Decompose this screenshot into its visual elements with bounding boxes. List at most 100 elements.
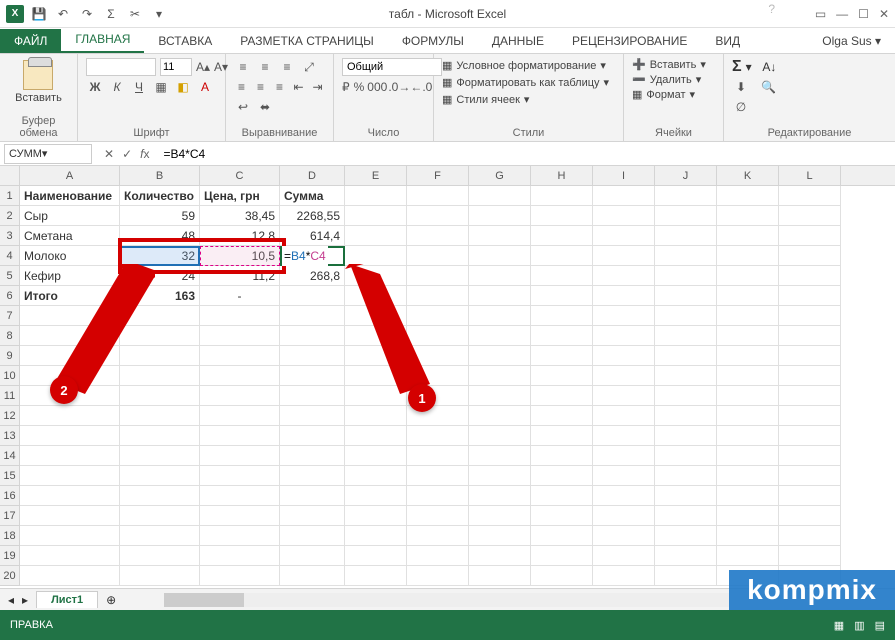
cell[interactable] — [779, 326, 841, 346]
view-layout-icon[interactable]: ▥ — [854, 619, 864, 632]
cell[interactable] — [469, 326, 531, 346]
cell[interactable] — [120, 546, 200, 566]
cell[interactable] — [407, 426, 469, 446]
cell[interactable] — [280, 366, 345, 386]
cell[interactable] — [280, 466, 345, 486]
cell[interactable] — [120, 446, 200, 466]
cell[interactable] — [531, 346, 593, 366]
row-header[interactable]: 2 — [0, 206, 20, 226]
cell[interactable] — [531, 426, 593, 446]
cell[interactable] — [779, 286, 841, 306]
cell[interactable] — [655, 546, 717, 566]
col-header-i[interactable]: I — [593, 166, 655, 185]
format-table-button[interactable]: ▦ Форматировать как таблицу ▾ — [442, 75, 615, 90]
cell[interactable] — [531, 526, 593, 546]
cell[interactable] — [779, 186, 841, 206]
row-header[interactable]: 20 — [0, 566, 20, 586]
cell[interactable] — [717, 246, 779, 266]
cell[interactable] — [531, 506, 593, 526]
cell[interactable] — [593, 446, 655, 466]
maximize-icon[interactable]: ☐ — [858, 7, 869, 21]
cell[interactable] — [593, 246, 655, 266]
row-header[interactable]: 16 — [0, 486, 20, 506]
cell[interactable] — [593, 206, 655, 226]
cell[interactable] — [779, 366, 841, 386]
cell[interactable] — [717, 406, 779, 426]
cell[interactable] — [345, 446, 407, 466]
cell[interactable] — [120, 466, 200, 486]
font-color-icon[interactable]: A — [196, 78, 214, 96]
user-name[interactable]: Olga Sus ▾ — [808, 29, 895, 53]
cell[interactable]: 48 — [120, 226, 200, 246]
border-icon[interactable]: ▦ — [152, 78, 170, 96]
sheet-nav-prev-icon[interactable]: ◂ — [8, 593, 14, 607]
cell[interactable] — [280, 406, 345, 426]
cell[interactable] — [345, 546, 407, 566]
cell[interactable] — [469, 246, 531, 266]
italic-icon[interactable]: К — [108, 78, 126, 96]
col-header-h[interactable]: H — [531, 166, 593, 185]
help-icon[interactable]: ? — [768, 2, 775, 16]
cell[interactable] — [345, 526, 407, 546]
cell[interactable] — [280, 346, 345, 366]
cell[interactable] — [20, 506, 120, 526]
cell[interactable] — [20, 486, 120, 506]
cell[interactable] — [469, 546, 531, 566]
cell[interactable] — [20, 566, 120, 586]
merge-icon[interactable]: ⬌ — [256, 98, 274, 116]
percent-icon[interactable]: % — [354, 78, 365, 96]
row-header[interactable]: 12 — [0, 406, 20, 426]
cell[interactable] — [593, 466, 655, 486]
cell[interactable]: 32 — [120, 246, 200, 266]
ribbon-options-icon[interactable]: ▭ — [815, 7, 826, 21]
col-header-j[interactable]: J — [655, 166, 717, 185]
cell[interactable] — [531, 486, 593, 506]
cell[interactable]: Сыр — [20, 206, 120, 226]
cell[interactable] — [20, 426, 120, 446]
cell[interactable] — [717, 286, 779, 306]
indent-inc-icon[interactable]: ⇥ — [310, 78, 325, 96]
cell[interactable] — [531, 566, 593, 586]
autosum-icon[interactable]: Σ — [732, 58, 742, 76]
cell[interactable] — [200, 326, 280, 346]
cell[interactable] — [717, 366, 779, 386]
cell[interactable] — [531, 466, 593, 486]
cell[interactable] — [655, 526, 717, 546]
cell[interactable]: 614,4 — [280, 226, 345, 246]
cell[interactable] — [200, 486, 280, 506]
cell[interactable] — [593, 366, 655, 386]
save-icon[interactable]: 💾 — [30, 5, 48, 23]
cell[interactable] — [717, 306, 779, 326]
tab-file[interactable]: ФАЙЛ — [0, 29, 61, 53]
cell[interactable] — [469, 186, 531, 206]
cell[interactable] — [717, 346, 779, 366]
cell[interactable] — [407, 446, 469, 466]
cell[interactable] — [655, 426, 717, 446]
cell[interactable] — [779, 266, 841, 286]
cell[interactable] — [200, 406, 280, 426]
cell[interactable] — [717, 266, 779, 286]
bold-icon[interactable]: Ж — [86, 78, 104, 96]
row-header[interactable]: 9 — [0, 346, 20, 366]
cell[interactable] — [200, 426, 280, 446]
cell[interactable] — [531, 226, 593, 246]
cell[interactable] — [407, 206, 469, 226]
cell[interactable] — [655, 346, 717, 366]
col-header-d[interactable]: D — [280, 166, 345, 185]
cell[interactable] — [531, 386, 593, 406]
cell[interactable] — [593, 486, 655, 506]
row-header[interactable]: 10 — [0, 366, 20, 386]
cell[interactable] — [779, 546, 841, 566]
worksheet-grid[interactable]: A B C D E F G H I J K L 1НаименованиеКол… — [0, 166, 895, 596]
cell[interactable] — [655, 226, 717, 246]
cell[interactable] — [120, 406, 200, 426]
qat-dropdown-icon[interactable]: ▾ — [150, 5, 168, 23]
cell[interactable] — [779, 446, 841, 466]
cell[interactable] — [469, 446, 531, 466]
dec-decimal-icon[interactable]: ←.0 — [412, 78, 430, 96]
number-format-select[interactable] — [342, 58, 442, 76]
font-name-input[interactable] — [86, 58, 156, 76]
cell[interactable] — [531, 286, 593, 306]
cell[interactable] — [655, 286, 717, 306]
cell[interactable] — [655, 466, 717, 486]
